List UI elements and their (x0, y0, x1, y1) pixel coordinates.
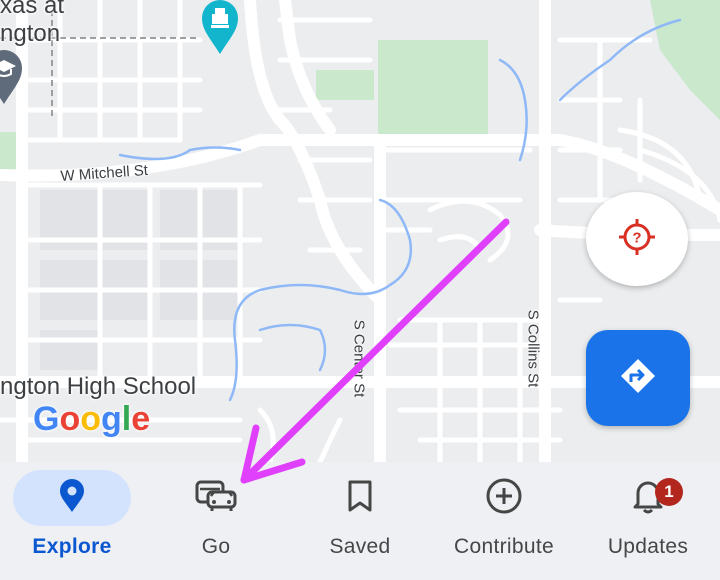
nav-contribute-label: Contribute (454, 535, 554, 558)
place-label-top-2: ngton (0, 20, 61, 47)
nav-updates-icon-container: 1 (589, 470, 707, 526)
directions-button[interactable] (586, 330, 690, 426)
nav-go-icon-container (157, 470, 275, 526)
place-label-top: xas at (0, 0, 65, 19)
nav-contribute[interactable]: Contribute (432, 462, 576, 580)
nav-explore-label: Explore (32, 535, 112, 558)
school-label: ngton High School (0, 373, 197, 400)
nav-explore-icon-container (13, 470, 131, 526)
nav-go[interactable]: Go (144, 462, 288, 580)
my-location-button[interactable]: ? (586, 192, 688, 286)
commute-icon (194, 479, 238, 518)
street-label-collins: S Collins St (524, 309, 542, 388)
updates-badge: 1 (655, 478, 683, 506)
location-pin-icon (58, 478, 86, 518)
location-unknown-icon: ? (617, 217, 657, 262)
nav-contribute-icon-container (445, 470, 563, 526)
svg-text:?: ? (632, 229, 641, 246)
nav-saved-label: Saved (329, 535, 391, 558)
bookmark-icon (346, 479, 374, 518)
nav-go-label: Go (201, 535, 231, 558)
nav-saved[interactable]: Saved (288, 462, 432, 580)
museum-pin-icon[interactable] (200, 0, 240, 56)
graduation-cap-pin-icon[interactable] (0, 50, 24, 106)
nav-saved-icon-container (301, 470, 419, 526)
bottom-navigation: Explore Go Saved Contribute 1 Updates (0, 462, 720, 580)
add-circle-icon (485, 477, 523, 520)
nav-updates[interactable]: 1 Updates (576, 462, 720, 580)
street-label-center: S Center St (350, 319, 368, 398)
directions-icon (618, 356, 658, 401)
nav-explore[interactable]: Explore (0, 462, 144, 580)
nav-updates-label: Updates (607, 535, 689, 558)
google-logo: Google (33, 400, 151, 438)
